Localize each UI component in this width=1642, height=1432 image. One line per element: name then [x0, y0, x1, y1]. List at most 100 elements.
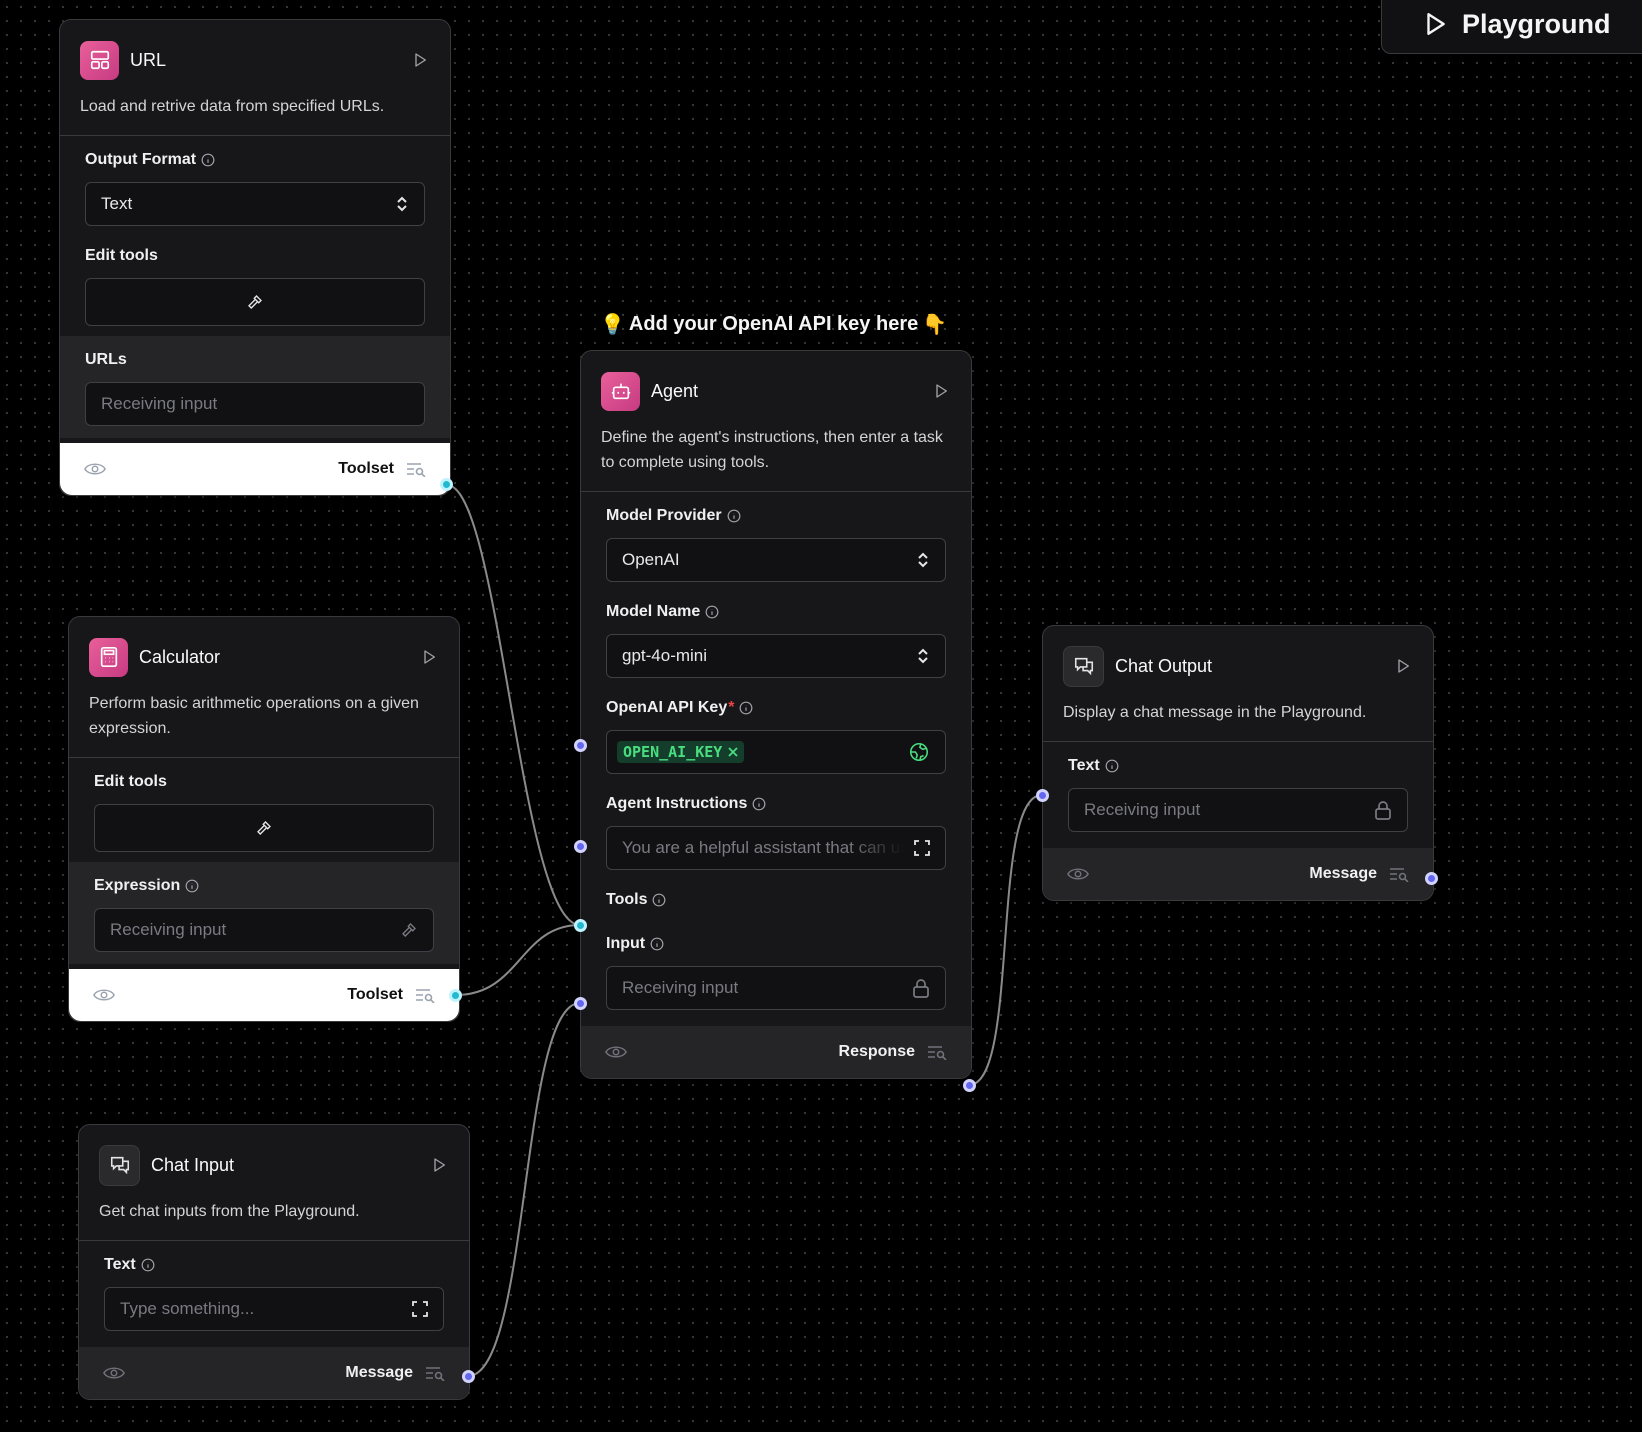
edit-tools-button[interactable]	[85, 278, 425, 326]
output-label: Message	[1309, 865, 1377, 882]
bulb-icon: 💡	[600, 314, 625, 336]
output-label: Response	[838, 1043, 915, 1060]
api-key-callout: 💡 Add your OpenAI API key here 👇	[600, 312, 947, 337]
node-description: Load and retrive data from specified URL…	[80, 98, 385, 115]
lock-icon	[913, 979, 929, 998]
play-icon	[424, 650, 435, 664]
info-icon[interactable]	[739, 701, 753, 715]
chat-output-node[interactable]: Chat Output Display a chat message in th…	[1036, 625, 1438, 901]
node-description: Get chat inputs from the Playground.	[99, 1203, 360, 1220]
run-node-button[interactable]	[1393, 656, 1413, 676]
divider	[1043, 741, 1433, 742]
run-node-button[interactable]	[410, 50, 430, 70]
inspect-output-icon[interactable]	[406, 461, 426, 477]
inspect-output-icon[interactable]	[425, 1365, 445, 1381]
message-output-handle[interactable]	[1425, 872, 1438, 885]
node-footer: Toolset	[60, 443, 450, 495]
play-icon	[1427, 13, 1445, 35]
agent-node[interactable]: Agent Define the agent's instructions, t…	[574, 350, 976, 1092]
inspect-output-icon[interactable]	[1389, 866, 1409, 882]
message-output-handle[interactable]	[462, 1370, 475, 1383]
urls-field: URLs Receiving input	[60, 336, 450, 438]
info-icon[interactable]	[705, 605, 719, 619]
urls-input[interactable]: Receiving input	[85, 382, 425, 426]
eye-icon[interactable]	[93, 987, 115, 1003]
select-value: Text	[101, 194, 133, 213]
field-label: Tools	[606, 891, 648, 908]
response-output-handle[interactable]	[963, 1079, 976, 1092]
input-field[interactable]: Receiving input	[606, 966, 946, 1010]
divider	[60, 135, 450, 136]
edge-response-to-chatoutput	[968, 794, 1043, 1086]
expression-field: Expression Receiving input	[69, 862, 459, 964]
info-icon[interactable]	[1105, 759, 1119, 773]
node-description: Define the agent's instructions, then en…	[601, 429, 943, 471]
info-icon[interactable]	[185, 879, 199, 893]
tools-input-handle[interactable]	[574, 919, 587, 932]
eye-icon[interactable]	[1067, 866, 1089, 882]
eye-icon[interactable]	[84, 461, 106, 477]
node-title: Agent	[651, 380, 699, 401]
globe-icon[interactable]	[908, 741, 930, 763]
url-node[interactable]: URL Load and retrive data from specified…	[59, 19, 453, 496]
info-icon[interactable]	[727, 509, 741, 523]
global-variable-badge[interactable]: OPEN_AI_KEY	[617, 741, 745, 763]
text-input-handle[interactable]	[1036, 789, 1049, 802]
playground-label: Playground	[1462, 8, 1611, 39]
flow-canvas[interactable]: Playground 💡 Add your OpenAI API key her…	[0, 0, 1642, 1432]
run-node-button[interactable]	[429, 1155, 449, 1175]
input-placeholder: Receiving input	[101, 394, 218, 413]
info-icon[interactable]	[752, 797, 766, 811]
calculator-node[interactable]: Calculator Perform basic arithmetic oper…	[68, 616, 462, 1022]
api-key-input[interactable]: OPEN_AI_KEY	[606, 730, 946, 774]
agent-instructions-input[interactable]: You are a helpful assistant that can use…	[606, 826, 946, 870]
edit-tools-field: Edit tools	[69, 770, 459, 852]
info-icon[interactable]	[201, 153, 215, 167]
node-title: URL	[130, 49, 167, 70]
toolset-output-handle[interactable]	[449, 989, 462, 1002]
field-label: Agent Instructions	[606, 795, 748, 812]
field-label: OpenAI API Key	[606, 699, 728, 716]
input-handle[interactable]	[574, 997, 587, 1010]
instructions-input-handle[interactable]	[574, 840, 587, 853]
field-label: Model Name	[606, 603, 701, 620]
select-value: gpt-4o-mini	[622, 646, 708, 665]
edge-url-to-tools	[446, 484, 581, 926]
edit-tools-button[interactable]	[94, 804, 434, 852]
model-name-select[interactable]: gpt-4o-mini	[606, 634, 946, 678]
hammer-icon	[248, 295, 262, 309]
playground-button[interactable]: Playground	[1381, 0, 1642, 54]
close-icon[interactable]	[728, 747, 738, 757]
chat-input-node[interactable]: Chat Input Get chat inputs from the Play…	[78, 1124, 475, 1400]
hammer-icon[interactable]	[400, 921, 418, 939]
text-input[interactable]: Type something...	[104, 1287, 444, 1331]
run-node-button[interactable]	[419, 647, 439, 667]
expression-input[interactable]: Receiving input	[94, 908, 434, 952]
chevron-up-down-icon	[918, 552, 928, 568]
inspect-output-icon[interactable]	[415, 987, 435, 1003]
node-title: Calculator	[139, 646, 221, 667]
info-icon[interactable]	[652, 893, 666, 907]
model-provider-select[interactable]: OpenAI	[606, 538, 946, 582]
info-icon[interactable]	[650, 937, 664, 951]
toolset-output-handle[interactable]	[440, 478, 453, 491]
expand-icon[interactable]	[412, 1301, 428, 1317]
info-icon[interactable]	[141, 1258, 155, 1272]
play-icon	[434, 1158, 445, 1172]
output-format-select[interactable]: Text	[85, 182, 425, 226]
chevron-up-down-icon	[918, 648, 928, 664]
field-label: Edit tools	[94, 773, 167, 790]
expand-icon[interactable]	[914, 840, 930, 856]
api-key-input-handle[interactable]	[574, 739, 587, 752]
input-value: You are a helpful assistant that can use…	[622, 838, 904, 857]
hammer-icon	[257, 821, 271, 835]
divider	[581, 491, 971, 492]
text-input[interactable]: Receiving input	[1068, 788, 1408, 832]
field-label: URLs	[85, 351, 127, 368]
run-node-button[interactable]	[931, 381, 951, 401]
eye-icon[interactable]	[605, 1044, 627, 1060]
play-icon	[1398, 659, 1409, 673]
inspect-output-icon[interactable]	[927, 1044, 947, 1060]
play-icon	[415, 53, 426, 67]
eye-icon[interactable]	[103, 1365, 125, 1381]
